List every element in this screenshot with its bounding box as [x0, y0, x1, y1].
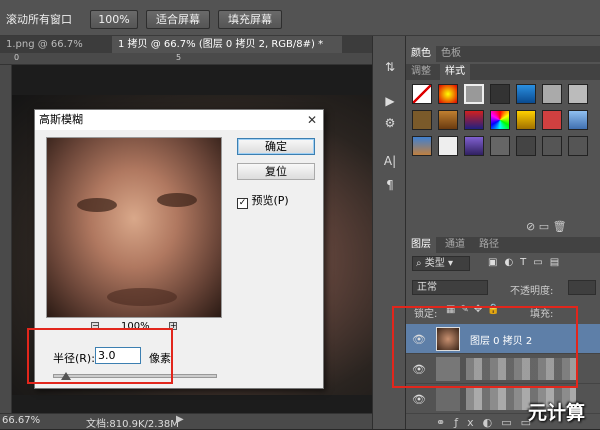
blend-mode-select[interactable]: 正常	[412, 280, 488, 295]
layer-kind-filter[interactable]: ⌕ 类型 ▾	[412, 256, 470, 271]
watermark: 元计算	[528, 402, 586, 424]
style-swatch[interactable]	[464, 84, 484, 104]
preview-eye-shape	[157, 193, 197, 207]
styles-panel-footer-icons[interactable]: ⊘ ▭ 🗑	[526, 220, 567, 233]
highlight-box-radius	[27, 328, 173, 384]
style-swatch[interactable]	[542, 84, 562, 104]
kind-filter-value: 类型	[424, 258, 445, 269]
ruler-horizontal: 0 5	[0, 53, 372, 65]
options-bar: 滚动所有窗口 100% 适合屏幕 填充屏幕	[0, 0, 600, 36]
chevron-down-icon: ▾	[447, 258, 454, 269]
style-swatch[interactable]	[412, 110, 432, 130]
status-arrow-icon[interactable]: ▶	[176, 414, 184, 425]
style-swatch[interactable]	[568, 110, 588, 130]
style-swatch[interactable]	[464, 110, 484, 130]
doc-tab-2[interactable]: 1 拷贝 @ 66.7% (图层 0 拷贝 2, RGB/8#) * ×	[112, 36, 342, 67]
styles-panel-tabs: 调整 样式	[406, 64, 600, 80]
zoom-level[interactable]: 66.67%	[2, 415, 40, 426]
doc-tab-label: 1 拷贝 @ 66.7% (图层 0 拷贝 2, RGB/8#) *	[118, 39, 324, 50]
highlight-box-layers	[392, 306, 578, 388]
status-bar: 66.67% 文档:810.9K/2.38M ▶	[0, 413, 372, 430]
doc-info: 文档:810.9K/2.38M	[86, 419, 179, 430]
style-swatch[interactable]	[490, 110, 510, 130]
ruler-tick-label: 5	[176, 53, 182, 62]
style-swatch[interactable]	[542, 136, 562, 156]
gaussian-blur-dialog: 高斯模糊 ✕ 确定 复位 ✓ 预览(P) − 100% + 半径(R): 像素	[27, 109, 324, 389]
fill-screen-button[interactable]: 填充屏幕	[218, 10, 282, 29]
layers-footer-icons[interactable]: ⚭ƒx◐▭▭	[436, 416, 540, 429]
ruler-vertical	[0, 65, 12, 413]
history-icon[interactable]: ⇅	[380, 58, 400, 76]
style-swatch[interactable]	[438, 136, 458, 156]
style-swatch[interactable]	[542, 110, 562, 130]
blend-mode-value: 正常	[417, 282, 437, 293]
tab-channels[interactable]: 通道	[440, 237, 470, 253]
ruler-tick-label: 0	[14, 53, 20, 62]
style-swatch[interactable]	[464, 136, 484, 156]
dialog-title-bar: 高斯模糊 ✕	[35, 110, 323, 130]
tab-swatches[interactable]: 色板	[436, 46, 466, 62]
properties-icon[interactable]: ⚙	[380, 114, 400, 132]
style-swatch[interactable]	[490, 84, 510, 104]
tab-styles[interactable]: 样式	[440, 64, 470, 80]
eye-icon[interactable]: 👁	[412, 393, 426, 406]
ok-button[interactable]: 确定	[237, 138, 315, 155]
color-panel-tabs: 颜色 色板	[406, 46, 600, 62]
layers-panel-tabs: 图层 通道 路径	[406, 237, 600, 253]
style-swatch[interactable]	[516, 84, 536, 104]
blur-preview[interactable]	[46, 137, 222, 318]
style-swatch[interactable]	[438, 84, 458, 104]
zoom-100-button[interactable]: 100%	[90, 10, 138, 29]
style-swatch[interactable]	[412, 136, 432, 156]
paragraph-icon[interactable]: ¶	[380, 176, 400, 194]
preview-checkbox[interactable]: ✓ 预览(P)	[237, 192, 289, 209]
tab-adjustments[interactable]: 调整	[406, 64, 436, 80]
style-swatch[interactable]	[438, 110, 458, 130]
scroll-all-windows-label[interactable]: 滚动所有窗口	[6, 11, 72, 27]
preview-checkbox-label: 预览(P)	[251, 194, 289, 207]
opacity-field[interactable]	[568, 280, 596, 295]
search-icon: ⌕	[416, 258, 422, 269]
tab-color[interactable]: 颜色	[406, 46, 436, 62]
reset-button[interactable]: 复位	[237, 163, 315, 180]
right-panels: 颜色 色板 调整 样式 ⊘ ▭ 🗑 图层 通道 路径 ⌕ 类型 ▾ ▣◐T▭▤ …	[392, 36, 600, 429]
style-swatch[interactable]	[490, 136, 510, 156]
layer-thumbnail	[436, 387, 460, 411]
fit-screen-button[interactable]: 适合屏幕	[146, 10, 210, 29]
style-swatch[interactable]	[516, 136, 536, 156]
layer-filter-icons[interactable]: ▣◐T▭▤	[488, 257, 566, 268]
tab-paths[interactable]: 路径	[474, 237, 504, 253]
style-swatch[interactable]	[568, 84, 588, 104]
dialog-title: 高斯模糊	[39, 113, 83, 126]
close-icon[interactable]: ✕	[307, 110, 317, 130]
style-swatch[interactable]	[568, 136, 588, 156]
preview-eye-shape	[77, 198, 117, 212]
character-icon[interactable]: A|	[380, 152, 400, 170]
document-tabs: 1.png @ 66.7% (图... × 1 拷贝 @ 66.7% (图层 0…	[0, 36, 372, 67]
checkbox-check-icon[interactable]: ✓	[237, 198, 248, 209]
preview-mouth-shape	[107, 288, 177, 306]
style-none-swatch[interactable]	[412, 84, 432, 104]
actions-play-icon[interactable]: ▶	[380, 92, 400, 110]
opacity-label: 不透明度:	[510, 286, 554, 297]
style-swatch[interactable]	[516, 110, 536, 130]
doc-tab-1[interactable]: 1.png @ 66.7% (图... ×	[0, 36, 112, 67]
tab-layers[interactable]: 图层	[406, 237, 436, 253]
